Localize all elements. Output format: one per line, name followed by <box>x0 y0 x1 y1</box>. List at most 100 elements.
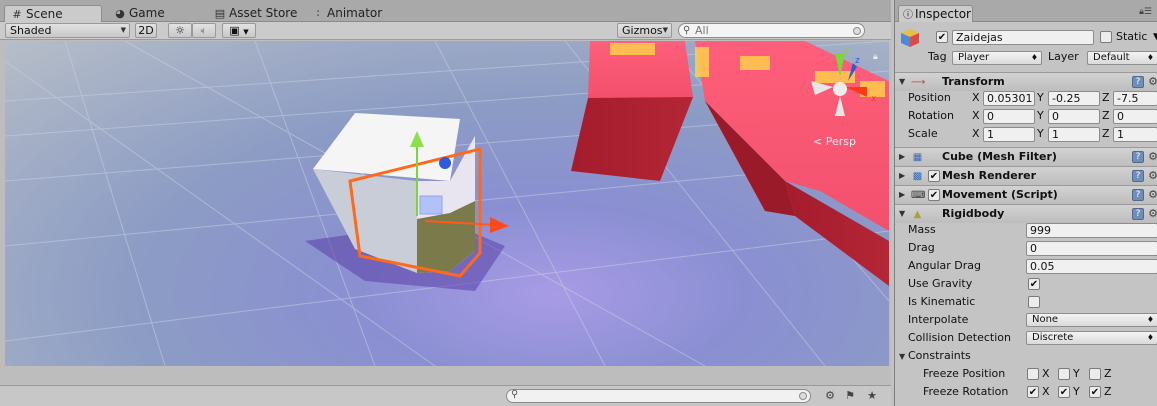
position-y-field[interactable]: -0.25 <box>1048 91 1100 106</box>
shading-mode-dropdown[interactable]: Shaded ▼ <box>5 23 130 38</box>
use-gravity-label: Use Gravity <box>908 277 973 290</box>
freeze-position-y-checkbox[interactable] <box>1058 368 1070 380</box>
freeze-rotation-x-checkbox[interactable] <box>1027 386 1039 398</box>
position-x-field[interactable]: 0.05301 <box>983 91 1035 106</box>
dropdown-arrow-icon: ♦ <box>1146 315 1154 324</box>
z-axis-handle[interactable] <box>439 157 451 169</box>
help-icon[interactable]: ? <box>1132 76 1144 88</box>
asset-search-input[interactable]: ⚲ <box>506 389 811 403</box>
mass-field[interactable]: 999 <box>1026 223 1157 238</box>
settings-gear-icon[interactable]: ⚙ <box>1148 207 1157 220</box>
rotation-x-field[interactable]: 0 <box>983 109 1035 124</box>
scale-x-label: X <box>972 127 980 140</box>
perspective-label[interactable]: < Persp <box>813 135 856 148</box>
foldout-open-icon[interactable]: ▼ <box>899 209 905 218</box>
scale-y-field[interactable]: 1 <box>1048 127 1100 142</box>
position-label: Position <box>908 91 951 104</box>
settings-gear-icon[interactable]: ⚙ <box>1148 188 1157 201</box>
dropdown-arrow-icon: ♦ <box>1146 333 1154 342</box>
gizmo-x-label: x <box>871 94 877 104</box>
angular-drag-field[interactable]: 0.05 <box>1026 259 1157 274</box>
settings-gear-icon[interactable]: ⚙ <box>1148 169 1157 182</box>
settings-gear-icon[interactable]: ⚙ <box>1148 150 1157 163</box>
tab-scene[interactable]: # Scene <box>4 5 102 22</box>
is-kinematic-checkbox[interactable] <box>1028 296 1040 308</box>
tab-animator[interactable]: ∶ Animator <box>306 5 388 22</box>
tag-dropdown[interactable]: Player ♦ <box>952 51 1042 65</box>
filter-type-icon[interactable]: ⚙ <box>822 388 838 404</box>
interpolate-label: Interpolate <box>908 313 969 326</box>
tab-asset-store[interactable]: ▤ Asset Store <box>208 5 303 22</box>
foldout-closed-icon[interactable]: ▶ <box>899 152 905 161</box>
scene-toolbar: Shaded ▼ 2D ☼ 🔈︎ ▣ ▼ Gizmos ▼ ⚲ All <box>0 22 891 40</box>
transform-header[interactable]: ▼ ⟶ Transform ? ⚙ <box>895 72 1157 91</box>
gizmos-dropdown[interactable]: Gizmos ▼ <box>617 23 672 38</box>
scene-statusbar: ⚲ ⚙ ⚑ ★ <box>0 385 891 406</box>
favorite-star-icon[interactable]: ★ <box>864 388 880 404</box>
scale-z-label: Z <box>1102 127 1110 140</box>
scale-z-field[interactable]: 1 <box>1113 127 1157 142</box>
mesh-filter-header[interactable]: ▶ ▦ Cube (Mesh Filter) ? ⚙ <box>895 147 1157 166</box>
constraints-foldout-icon[interactable]: ▼ <box>899 352 905 361</box>
freeze-rotation-z-label: Z <box>1104 385 1112 398</box>
tab-inspector[interactable]: ⓘ Inspector <box>898 5 973 22</box>
inspector-tabbar: ⓘ Inspector 🔒︎☰ <box>895 0 1157 22</box>
help-icon[interactable]: ? <box>1132 151 1144 163</box>
foldout-closed-icon[interactable]: ▶ <box>899 190 905 199</box>
static-label: Static <box>1116 30 1148 43</box>
clear-search-icon[interactable] <box>799 392 807 400</box>
effects-dropdown[interactable]: ▣ ▼ <box>222 23 256 38</box>
mesh-renderer-enabled-checkbox[interactable] <box>928 170 940 182</box>
search-icon: ⚲ <box>511 389 519 400</box>
help-icon[interactable]: ? <box>1132 189 1144 201</box>
gameobject-active-checkbox[interactable] <box>936 31 948 43</box>
freeze-position-z-checkbox[interactable] <box>1089 368 1101 380</box>
movement-script-enabled-checkbox[interactable] <box>928 189 940 201</box>
lighting-toggle-button[interactable]: ☼ <box>168 23 192 38</box>
rotation-label: Rotation <box>908 109 955 122</box>
filter-label-icon[interactable]: ⚑ <box>842 388 858 404</box>
clear-search-icon[interactable] <box>853 27 861 35</box>
help-icon[interactable]: ? <box>1132 208 1144 220</box>
freeze-position-y-label: Y <box>1073 367 1080 380</box>
foldout-open-icon[interactable]: ▼ <box>899 77 905 86</box>
audio-toggle-button[interactable]: 🔈︎ <box>192 23 216 38</box>
use-gravity-checkbox[interactable] <box>1028 278 1040 290</box>
scale-x-field[interactable]: 1 <box>983 127 1035 142</box>
tab-game[interactable]: ◕ Game <box>108 5 171 22</box>
scale-y-label: Y <box>1037 127 1044 140</box>
rotation-z-field[interactable]: 0 <box>1113 109 1157 124</box>
help-icon[interactable]: ? <box>1132 170 1144 182</box>
foldout-closed-icon[interactable]: ▶ <box>899 171 905 180</box>
static-dropdown-arrow-icon[interactable]: ▼ <box>1153 30 1157 44</box>
plane-handle[interactable] <box>419 195 443 215</box>
collision-detection-dropdown[interactable]: Discrete ♦ <box>1026 331 1157 345</box>
mesh-renderer-header[interactable]: ▶ ▩ Mesh Renderer ? ⚙ <box>895 166 1157 185</box>
red-pillar-left <box>571 41 693 181</box>
position-y-label: Y <box>1037 91 1044 104</box>
freeze-position-x-checkbox[interactable] <box>1027 368 1039 380</box>
position-z-label: Z <box>1102 91 1110 104</box>
x-arrow-icon <box>490 217 509 233</box>
settings-gear-icon[interactable]: ⚙ <box>1148 75 1157 88</box>
scene-viewport[interactable]: y x z 🔒︎ < Persp <box>5 41 889 366</box>
rigidbody-header[interactable]: ▼ ▲ Rigidbody ? ⚙ <box>895 204 1157 223</box>
2d-toggle-button[interactable]: 2D <box>135 23 157 38</box>
freeze-rotation-y-checkbox[interactable] <box>1058 386 1070 398</box>
freeze-rotation-z-checkbox[interactable] <box>1089 386 1101 398</box>
gameobject-name-field[interactable]: Zaidejas <box>952 30 1094 45</box>
rotation-y-field[interactable]: 0 <box>1048 109 1100 124</box>
mesh-filter-icon: ▦ <box>912 152 923 163</box>
layer-dropdown[interactable]: Default ♦ <box>1087 51 1157 65</box>
image-icon: ▣ <box>229 24 240 37</box>
scene-search-input[interactable]: ⚲ All <box>678 23 865 38</box>
movement-script-header[interactable]: ▶ ⌨ Movement (Script) ? ⚙ <box>895 185 1157 204</box>
interpolate-dropdown[interactable]: None ♦ <box>1026 313 1157 327</box>
angular-drag-label: Angular Drag <box>908 259 981 272</box>
drag-field[interactable]: 0 <box>1026 241 1157 256</box>
panel-menu-icon[interactable]: 🔒︎☰ <box>1139 7 1152 17</box>
gameobject-cube-icon <box>899 27 921 49</box>
scale-label: Scale <box>908 127 938 140</box>
static-checkbox[interactable] <box>1100 31 1112 43</box>
position-z-field[interactable]: -7.5 <box>1113 91 1157 106</box>
